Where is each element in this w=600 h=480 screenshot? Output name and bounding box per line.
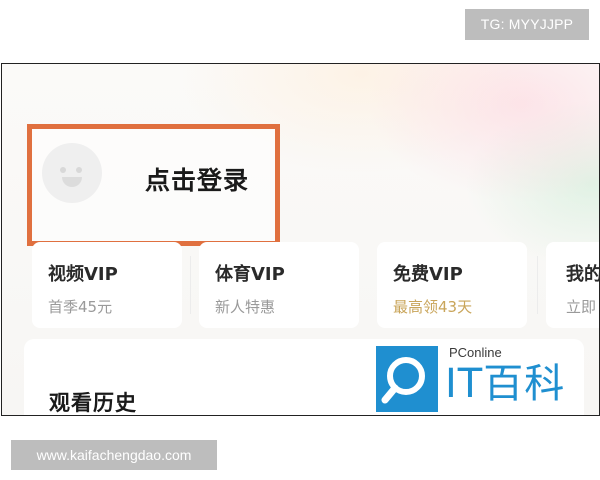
avatar[interactable] xyxy=(42,143,102,203)
magnifier-logo-icon xyxy=(376,346,438,412)
vip-card-video[interactable]: 视频VIP 首季45元 xyxy=(32,242,182,328)
divider xyxy=(190,256,191,314)
divider xyxy=(537,256,538,314)
vip-card-title: 体育VIP xyxy=(215,264,285,285)
avatar-left-eye-icon xyxy=(60,167,66,173)
vip-card-sports[interactable]: 体育VIP 新人特惠 xyxy=(199,242,359,328)
avatar-smile-icon xyxy=(62,177,82,187)
vip-card-mine[interactable]: 我的 立即 xyxy=(546,242,600,328)
logo-name-text: IT百科 xyxy=(445,361,566,407)
watch-history-title: 观看历史 xyxy=(49,391,137,415)
watermark-bottom: www.kaifachengdao.com xyxy=(11,440,217,470)
vip-card-free[interactable]: 免费VIP 最高领43天 xyxy=(377,242,527,328)
vip-card-title: 视频VIP xyxy=(48,264,118,285)
vip-card-subtitle: 立即 xyxy=(566,298,597,316)
vip-cards-row: 视频VIP 首季45元 体育VIP 新人特惠 免费VIP 最高领43天 我的 立… xyxy=(32,242,600,328)
vip-card-title: 免费VIP xyxy=(393,264,463,285)
login-button-label[interactable]: 点击登录 xyxy=(145,161,249,197)
app-screenshot: 点击登录 视频VIP 首季45元 体育VIP 新人特惠 免费VIP 最高领43天… xyxy=(1,63,600,416)
avatar-right-eye-icon xyxy=(76,167,82,173)
login-area-highlight[interactable]: 点击登录 xyxy=(27,124,280,246)
vip-card-subtitle: 最高领43天 xyxy=(393,298,473,316)
vip-card-title: 我的 xyxy=(566,264,600,285)
vip-card-subtitle: 新人特惠 xyxy=(215,298,276,316)
vip-card-subtitle: 首季45元 xyxy=(48,298,113,316)
logo-brand-text: PConline xyxy=(449,345,502,360)
watermark-top: TG: MYYJJPP xyxy=(465,9,589,40)
pconline-logo: PConline IT百科 xyxy=(376,345,576,413)
